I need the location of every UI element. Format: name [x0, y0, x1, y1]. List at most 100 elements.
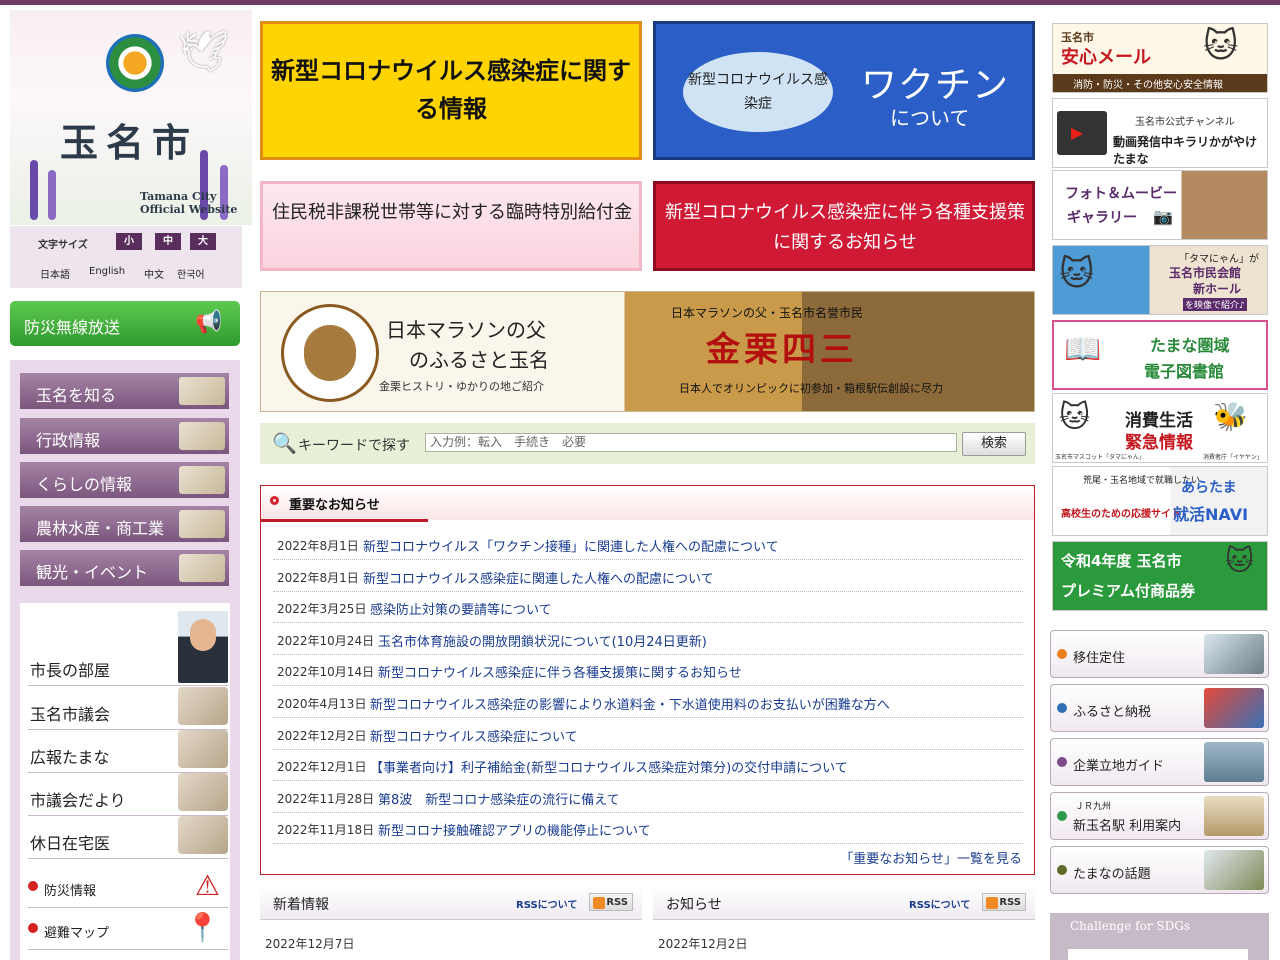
mayor-photo [178, 611, 228, 683]
consumer-info-banner[interactable]: 🐱 消費生活 緊急情報 玉名市マスコット「タマにゃん」 消費者庁「イヤヤン」 🐝 [1052, 393, 1268, 463]
premium-coupon-banner[interactable]: 令和4年度 玉名市 プレミアム付商品券 🐱 [1052, 541, 1268, 611]
main-nav: 玉名を知る 行政情報 くらしの情報 農林水産・商工業 観光・イベント 市長の部屋… [10, 360, 240, 960]
vaccine-banner[interactable]: 新型コロナウイルス感染症 ワクチン について [653, 21, 1035, 160]
marathon-banner[interactable]: 日本マラソンの父 のふるさと玉名 金栗ヒストリ・ゆかりの地ご紹介 日本マラソンの… [260, 291, 1035, 412]
rss-button[interactable]: RSS [982, 893, 1026, 911]
news-link[interactable]: 新型コロナウイルス感染症に関連した人権への配慮について [363, 568, 714, 587]
nav-item-administration[interactable]: 行政情報 [20, 418, 229, 454]
evacuation-map-label: 避難マップ [44, 926, 110, 941]
benefit-banner[interactable]: 住民税非課税世帯等に対する臨時特別給付金 [260, 181, 642, 271]
cat-mascot-icon: 🐱 [1203, 26, 1239, 66]
sdgs-banner[interactable]: Challenge for SDGs [1050, 913, 1269, 960]
important-news-item[interactable]: 2022年11月28日 第8波 新型コロナ感染症の流行に備えて [273, 781, 1023, 813]
side-link-furusato[interactable]: ふるさと納税 [1050, 684, 1269, 732]
vaccine-subtitle: について [890, 106, 970, 130]
news-date: 2022年12月2日 [277, 728, 367, 743]
nav-item-tourism[interactable]: 観光・イベント [20, 550, 229, 586]
sub-nav-holiday-doctor[interactable]: 休日在宅医 [28, 816, 228, 859]
sub-nav-koho[interactable]: 広報たまな [28, 730, 228, 773]
news-link[interactable]: 新型コロナウイルス「ワクチン接種」に関連した人権への配慮について [363, 536, 779, 555]
nav-item-living[interactable]: くらしの情報 [20, 462, 229, 498]
news-date: 2022年8月1日 [277, 570, 359, 585]
side-link-label: たまなの話題 [1073, 867, 1151, 882]
side-link-relocation[interactable]: 移住定住 [1050, 630, 1269, 678]
marathon-caption: 金栗ヒストリ・ゆかりの地ご紹介 [379, 380, 544, 393]
side-link-topics[interactable]: たまなの話題 [1050, 846, 1269, 894]
bullet-icon [28, 923, 38, 933]
news-link[interactable]: 新型コロナウイルス感染症について [370, 726, 578, 745]
important-news-item[interactable]: 2022年11月18日 新型コロナ接触確認アプリの機能停止について [273, 812, 1023, 845]
evacuation-map-link[interactable]: 避難マップ 📍 [28, 909, 228, 950]
disaster-radio-button[interactable]: 防災無線放送 📢 [10, 301, 240, 346]
lang-korean-link[interactable]: 한국어 [177, 266, 205, 281]
side-link-label: 企業立地ガイド [1073, 759, 1165, 774]
sub-nav-mayor[interactable]: 市長の部屋 [28, 611, 228, 686]
news-link[interactable]: 【事業者向け】利子補給金(新型コロナウイルス感染症対策分)の交付申請について [370, 757, 848, 776]
important-news-item[interactable]: 2022年10月24日 玉名市体育施設の開放閉鎖状況について(10月24日更新) [273, 623, 1023, 655]
support-banner[interactable]: 新型コロナウイルス感染症に伴う各種支援策に関するお知らせ [653, 181, 1035, 271]
news-link[interactable]: 第8波 新型コロナ感染症の流行に備えて [378, 789, 620, 808]
banner-text: ギャラリー [1067, 210, 1137, 226]
sub-nav-label: 市議会だより [30, 791, 126, 810]
photo-gallery-banner[interactable]: フォト＆ムービー ギャラリー 📷 [1052, 170, 1268, 240]
side-link-business[interactable]: 企業立地ガイド [1050, 738, 1269, 786]
nav-item-know-tamana[interactable]: 玉名を知る [20, 373, 229, 409]
font-size-medium-button[interactable]: 中 [155, 233, 181, 250]
search-input[interactable]: 入力例：転入 手続き 必要 [425, 433, 957, 452]
job-navi-banner[interactable]: 荒尾・玉名地域で就職したい 高校生のための応援サイト あらたま 就活NAVI [1052, 466, 1268, 536]
important-news-item[interactable]: 2022年8月1日 新型コロナウイルス感染症に関連した人権への配慮について [273, 560, 1023, 592]
important-news-item[interactable]: 2022年12月1日 【事業者向け】利子補給金(新型コロナウイルス感染症対策分)の… [273, 749, 1023, 782]
side-link-station[interactable]: ＪＲ九州 新玉名駅 利用案内 [1050, 792, 1269, 840]
side-link-label: 移住定住 [1073, 651, 1126, 666]
sdgs-label: Challenge for SDGs [1070, 919, 1190, 933]
font-size-large-button[interactable]: 大 [190, 233, 216, 250]
banner-text: 高校生のための応援サイト [1061, 509, 1181, 520]
news-link[interactable]: 新型コロナ接触確認アプリの機能停止について [378, 820, 651, 839]
news-link[interactable]: 玉名市体育施設の開放閉鎖状況について(10月24日更新) [378, 631, 707, 650]
vaccine-oval: 新型コロナウイルス感染症 [683, 52, 833, 132]
rss-button[interactable]: RSS [589, 893, 633, 911]
search-button[interactable]: 検索 [962, 432, 1026, 456]
important-news-item[interactable]: 2022年8月1日 新型コロナウイルス「ワクチン接種」に関連した人権への配慮につい… [273, 528, 1023, 560]
nav-item-industry[interactable]: 農林水産・商工業 [20, 506, 229, 542]
banner-text: 動画発信中キラリかがやけたまな [1113, 135, 1258, 166]
news-date: 2022年11月28日 [277, 791, 375, 806]
news-date: 2022年10月14日 [277, 665, 375, 680]
sub-nav-council[interactable]: 玉名市議会 [28, 687, 228, 730]
font-size-small-button[interactable]: 小 [116, 233, 142, 250]
site-name: 玉名市 [60, 120, 199, 165]
banner-text: 玉名市マスコット「タマにゃん」 [1055, 454, 1146, 461]
banner-text: 玉名市公式チャンネル [1135, 117, 1235, 128]
gift-photo [1204, 688, 1264, 728]
important-news-more-link[interactable]: 「重要なお知らせ」一覧を見る [840, 848, 1022, 867]
important-news-item[interactable]: 2022年10月14日 新型コロナウイルス感染症に伴う各種支援策に関するお知らせ [273, 654, 1023, 687]
lang-chinese-link[interactable]: 中文 [144, 266, 164, 281]
banner-text: 消防・防災・その他安心安全情報 [1073, 80, 1223, 91]
youtube-channel-banner[interactable]: 玉名市公式チャンネル 動画発信中キラリかがやけたまな ▶ [1052, 98, 1268, 168]
disaster-info-label: 防災情報 [44, 884, 97, 899]
rss-about-link[interactable]: RSSについて [909, 896, 970, 911]
important-news-item[interactable]: 2022年12月2日 新型コロナウイルス感染症について [273, 718, 1023, 750]
side-link-label: 新玉名駅 利用案内 [1073, 819, 1182, 834]
marathon-right-caption: 日本マラソンの父・玉名市名誉市民 [671, 306, 864, 320]
rss-about-link[interactable]: RSSについて [516, 896, 577, 911]
news-link[interactable]: 新型コロナウイルス感染症に伴う各種支援策に関するお知らせ [378, 662, 742, 681]
civic-hall-banner[interactable]: 🐱 「タマにゃん」が 玉名市民会館 新ホール を映像で紹介♪ [1052, 245, 1268, 315]
sub-nav-council-news[interactable]: 市議会だより [28, 773, 228, 816]
corona-info-banner[interactable]: 新型コロナウイルス感染症に関する情報 [260, 21, 642, 160]
digital-library-banner[interactable]: 📖 たまな圏域 電子図書館 [1052, 320, 1268, 390]
disaster-info-link[interactable]: 防災情報 ⚠ [28, 867, 228, 908]
news-date: 2022年12月1日 [277, 760, 367, 775]
news-link[interactable]: 新型コロナウイルス感染症の影響により水道料金・下水道使用料のお支払いが困難な方へ [370, 694, 890, 713]
site-logo[interactable]: 🕊 玉名市 Tamana City Official Website [10, 10, 252, 225]
news-link[interactable]: 感染防止対策の要請等について [370, 599, 552, 618]
marathon-name: 金栗四三 [706, 330, 858, 370]
important-news-item[interactable]: 2020年4月13日 新型コロナウイルス感染症の影響により水道料金・下水道使用料の… [273, 686, 1023, 718]
important-news-panel: 重要なお知らせ 「重要なお知らせ」一覧を見る 2022年8月1日 新型コロナウイル… [260, 485, 1035, 875]
anshin-mail-banner[interactable]: 玉名市 安心メール 消防・防災・その他安心安全情報 🐱 [1052, 23, 1268, 93]
important-news-item[interactable]: 2022年3月25日 感染防止対策の要請等について [273, 591, 1023, 624]
bullet-icon [1057, 757, 1067, 767]
lang-japanese-link[interactable]: 日本語 [40, 266, 70, 281]
banner-text: 新ホール [1193, 282, 1242, 296]
lang-english-link[interactable]: English [89, 266, 125, 277]
